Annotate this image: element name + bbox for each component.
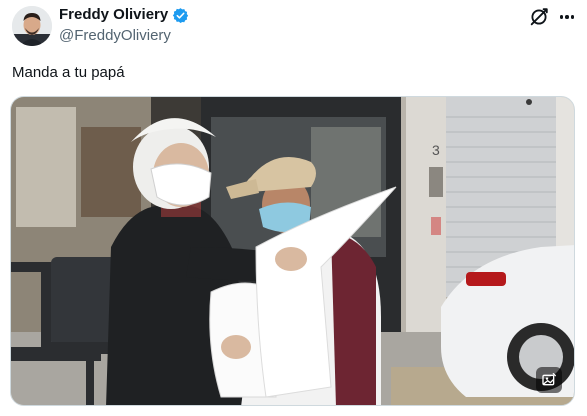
tweet-media[interactable]: 3	[10, 96, 575, 406]
author-name-row[interactable]: Freddy Oliviery	[59, 6, 189, 24]
author-handle[interactable]: @FreddyOliviery	[59, 27, 171, 45]
door-number: 3	[432, 142, 440, 158]
tweet-text: Manda a tu papá	[12, 64, 125, 81]
avatar[interactable]	[12, 6, 52, 46]
media-edit-icon[interactable]	[536, 367, 562, 393]
author-display-name[interactable]: Freddy Oliviery	[59, 6, 168, 24]
tweet: Freddy Oliviery @FreddyOliviery Manda a …	[0, 0, 587, 416]
media-photo: 3	[11, 97, 574, 405]
verified-badge-icon	[172, 7, 189, 24]
avatar-image	[12, 6, 52, 46]
grok-icon[interactable]	[528, 6, 550, 28]
more-options-icon[interactable]	[556, 6, 578, 28]
